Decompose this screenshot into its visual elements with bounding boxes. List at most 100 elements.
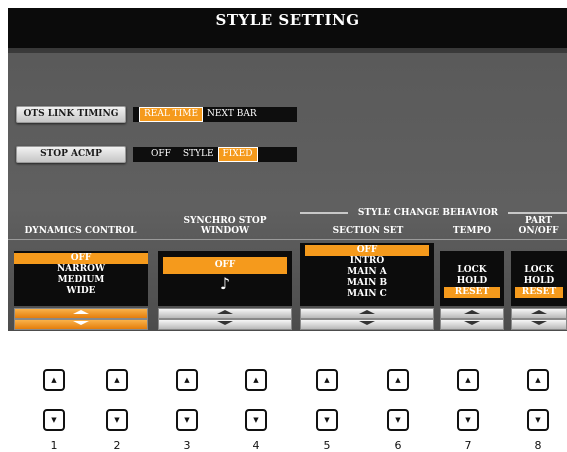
down-arrow-icon <box>464 321 480 325</box>
stop-acmp-option-fixed[interactable]: FIXED <box>217 147 258 162</box>
down-triangle-icon: ▼ <box>114 416 120 424</box>
section-item-intro[interactable]: INTRO <box>300 256 434 267</box>
up-triangle-icon: ▲ <box>395 376 401 384</box>
up-arrow-icon <box>217 310 233 314</box>
down-triangle-icon: ▼ <box>465 416 471 424</box>
ots-option-next-bar[interactable]: NEXT BAR <box>203 108 261 121</box>
hw-up-button-4[interactable]: ▲ <box>245 369 267 391</box>
stop-acmp-button[interactable]: STOP ACMP <box>16 146 126 163</box>
dynamics-down-arrow[interactable] <box>14 319 148 330</box>
synchro-stop-panel[interactable]: OFF ♪ <box>158 251 292 306</box>
part-item-lock[interactable]: LOCK <box>511 265 567 276</box>
button-number: 7 <box>464 439 472 452</box>
part-on-off-list[interactable]: LOCK HOLD RESET <box>511 251 567 306</box>
ots-link-timing-button[interactable]: OTS LINK TIMING <box>16 106 126 123</box>
down-triangle-icon: ▼ <box>184 416 190 424</box>
button-number: 5 <box>323 439 331 452</box>
section-set-list[interactable]: OFF INTRO MAIN A MAIN B MAIN C <box>300 243 434 306</box>
up-triangle-icon: ▲ <box>114 376 120 384</box>
synchro-up-arrow[interactable] <box>158 308 292 319</box>
down-arrow-icon <box>217 321 233 325</box>
tempo-up-arrow[interactable] <box>440 308 504 319</box>
up-triangle-icon: ▲ <box>535 376 541 384</box>
button-number: 2 <box>113 439 121 452</box>
dynamics-item-narrow[interactable]: NARROW <box>14 264 148 275</box>
stop-acmp-options: OFF STYLE FIXED <box>133 147 297 162</box>
hw-down-button-4[interactable]: ▼ <box>245 409 267 431</box>
ots-link-options: REAL TIME NEXT BAR <box>133 107 297 122</box>
hw-up-button-2[interactable]: ▲ <box>106 369 128 391</box>
dynamics-control-list[interactable]: OFF NARROW MEDIUM WIDE <box>14 251 148 306</box>
hw-up-button-7[interactable]: ▲ <box>457 369 479 391</box>
dynamics-up-arrow[interactable] <box>14 308 148 319</box>
hw-up-button-5[interactable]: ▲ <box>316 369 338 391</box>
ots-option-real-time[interactable]: REAL TIME <box>139 107 204 122</box>
tempo-item-reset[interactable]: RESET <box>444 287 500 298</box>
hw-down-button-7[interactable]: ▼ <box>457 409 479 431</box>
tempo-down-arrow[interactable] <box>440 319 504 330</box>
down-triangle-icon: ▼ <box>253 416 259 424</box>
down-triangle-icon: ▼ <box>51 416 57 424</box>
group-rule-right <box>508 212 567 214</box>
down-arrow-icon <box>73 321 89 325</box>
hw-up-button-3[interactable]: ▲ <box>176 369 198 391</box>
stop-acmp-label: STOP ACMP <box>40 149 102 159</box>
style-change-behavior-label: STYLE CHANGE BEHAVIOR <box>357 208 499 218</box>
hw-down-button-6[interactable]: ▼ <box>387 409 409 431</box>
down-triangle-icon: ▼ <box>535 416 541 424</box>
button-number: 1 <box>50 439 58 452</box>
part-down-arrow[interactable] <box>511 319 567 330</box>
tempo-item-lock[interactable]: LOCK <box>440 265 504 276</box>
dynamics-item-medium[interactable]: MEDIUM <box>14 275 148 286</box>
hw-up-button-6[interactable]: ▲ <box>387 369 409 391</box>
eighth-note-icon: ♪ <box>219 274 231 293</box>
stop-acmp-option-style[interactable]: STYLE <box>179 148 218 161</box>
section-set-down-arrow[interactable] <box>300 319 434 330</box>
hw-down-button-1[interactable]: ▼ <box>43 409 65 431</box>
button-number: 6 <box>394 439 402 452</box>
hw-down-button-8[interactable]: ▼ <box>527 409 549 431</box>
down-triangle-icon: ▼ <box>395 416 401 424</box>
up-arrow-icon <box>464 310 480 314</box>
part-on-off-header-line1: PART <box>524 216 553 226</box>
part-on-off-header-line2: ON/OFF <box>518 226 559 236</box>
tempo-header: TEMPO <box>452 226 492 236</box>
section-item-off[interactable]: OFF <box>305 245 429 256</box>
synchro-down-arrow[interactable] <box>158 319 292 330</box>
lcd-screen: STYLE SETTING OTS LINK TIMING REAL TIME … <box>8 8 567 331</box>
synchro-stop-value[interactable]: OFF <box>163 257 287 274</box>
part-spacer <box>511 251 567 265</box>
section-item-main-c[interactable]: MAIN C <box>300 289 434 300</box>
up-triangle-icon: ▲ <box>51 376 57 384</box>
tempo-list[interactable]: LOCK HOLD RESET <box>440 251 504 306</box>
title-bar: STYLE SETTING <box>8 8 567 48</box>
hw-up-button-8[interactable]: ▲ <box>527 369 549 391</box>
up-triangle-icon: ▲ <box>184 376 190 384</box>
button-number: 8 <box>534 439 542 452</box>
hw-down-button-3[interactable]: ▼ <box>176 409 198 431</box>
up-arrow-icon <box>73 310 89 314</box>
tempo-item-hold[interactable]: HOLD <box>440 276 504 287</box>
stop-acmp-option-off[interactable]: OFF <box>147 148 175 161</box>
ots-link-timing-label: OTS LINK TIMING <box>23 109 119 119</box>
dynamics-control-header: DYNAMICS CONTROL <box>24 226 137 236</box>
synchro-stop-header-line2: WINDOW <box>200 226 250 236</box>
header-divider <box>8 239 567 240</box>
part-item-hold[interactable]: HOLD <box>511 276 567 287</box>
dynamics-item-off[interactable]: OFF <box>14 253 148 264</box>
hw-up-button-1[interactable]: ▲ <box>43 369 65 391</box>
part-up-arrow[interactable] <box>511 308 567 319</box>
down-arrow-icon <box>359 321 375 325</box>
hw-down-button-5[interactable]: ▼ <box>316 409 338 431</box>
hw-down-button-2[interactable]: ▼ <box>106 409 128 431</box>
section-item-main-a[interactable]: MAIN A <box>300 267 434 278</box>
section-set-up-arrow[interactable] <box>300 308 434 319</box>
up-arrow-icon <box>531 310 547 314</box>
synchro-stop-header-line1: SYNCHRO STOP <box>183 216 267 226</box>
section-item-main-b[interactable]: MAIN B <box>300 278 434 289</box>
dynamics-item-wide[interactable]: WIDE <box>14 286 148 297</box>
tempo-spacer <box>440 251 504 265</box>
button-number: 4 <box>252 439 260 452</box>
button-number: 3 <box>183 439 191 452</box>
part-item-reset[interactable]: RESET <box>515 287 563 298</box>
